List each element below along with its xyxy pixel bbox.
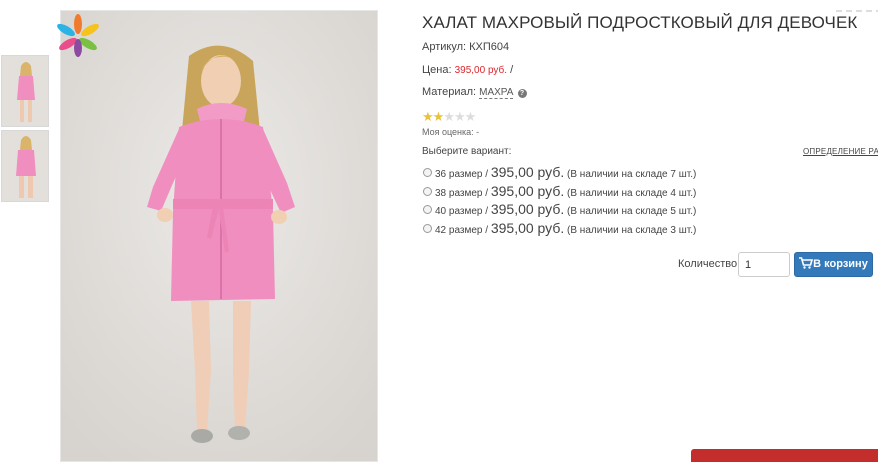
quantity-label: Количество	[678, 258, 738, 270]
price-value: 395,00 руб.	[454, 65, 508, 76]
price-separator: /	[510, 64, 514, 76]
logo-flower-icon	[52, 12, 104, 58]
thumbnail-2[interactable]	[1, 130, 49, 202]
material-link[interactable]: МАХРА	[479, 87, 514, 99]
variant-size: 36 размер /	[435, 169, 489, 180]
variant-price: 395,00 руб.	[490, 201, 565, 217]
variant-size: 42 размер /	[435, 224, 489, 236]
variant-stock: (В наличии на складе 4 шт.)	[567, 187, 697, 199]
my-rating: Моя оценка: -	[422, 127, 480, 137]
variant-size: 40 размер /	[435, 206, 489, 217]
size-definition-link[interactable]: ОПРЕДЕЛЕНИЕ РАЗМ	[803, 147, 878, 156]
variant-stock: (В наличии на складе 5 шт.)	[567, 206, 697, 217]
product-material: Материал: МАХРА ?	[422, 86, 527, 99]
main-product-photo[interactable]	[60, 10, 378, 462]
variant-price: 395,00 руб.	[490, 219, 565, 236]
variant-stock: (В наличии на складе 3 шт.)	[567, 224, 697, 236]
quantity-input[interactable]	[738, 252, 790, 277]
product-sku: Артикул: КХП604	[422, 41, 509, 53]
top-right-divider	[836, 0, 878, 12]
variant-option[interactable]: 42 размер / 395,00 руб. (В наличии на ск…	[423, 220, 696, 239]
variant-radio[interactable]	[423, 205, 432, 214]
star-icon[interactable]: ★	[465, 110, 477, 124]
rating-stars[interactable]: ★★★★★	[422, 108, 477, 124]
variant-radio[interactable]	[423, 223, 432, 233]
variant-radio[interactable]	[423, 168, 432, 177]
variant-price: 395,00 руб.	[490, 182, 565, 199]
sku-label: Артикул:	[422, 41, 467, 53]
thumbnail-2-image	[2, 131, 48, 201]
variant-list: 36 размер / 395,00 руб. (В наличии на ск…	[423, 164, 696, 238]
product-price: Цена: 395,00 руб. /	[422, 64, 513, 76]
thumbnail-1-image	[2, 56, 48, 126]
variant-option[interactable]: 40 размер / 395,00 руб. (В наличии на ск…	[423, 201, 696, 220]
variant-radio[interactable]	[423, 186, 432, 196]
add-to-cart-label: В корзину	[813, 258, 868, 270]
variant-size: 38 размер /	[435, 187, 489, 199]
choose-variant-label: Выберите вариант:	[422, 146, 512, 157]
product-photo-image	[61, 11, 377, 461]
material-label: Материал:	[422, 86, 477, 98]
variant-option[interactable]: 36 размер / 395,00 руб. (В наличии на ск…	[423, 164, 696, 183]
bottom-red-banner[interactable]	[691, 449, 878, 462]
product-title: ХАЛАТ МАХРОВЫЙ ПОДРОСТКОВЫЙ ДЛЯ ДЕВОЧЕК	[422, 13, 858, 32]
cart-icon	[799, 257, 814, 269]
thumbnail-1[interactable]	[1, 55, 49, 127]
add-to-cart-button[interactable]: В корзину	[794, 252, 873, 277]
variant-option[interactable]: 38 размер / 395,00 руб. (В наличии на ск…	[423, 183, 696, 202]
help-circle-icon[interactable]: ?	[517, 89, 527, 98]
sku-value: КХП604	[469, 41, 510, 53]
variant-price: 395,00 руб.	[490, 164, 565, 180]
variant-stock: (В наличии на складе 7 шт.)	[567, 169, 697, 180]
price-label: Цена:	[422, 64, 452, 76]
